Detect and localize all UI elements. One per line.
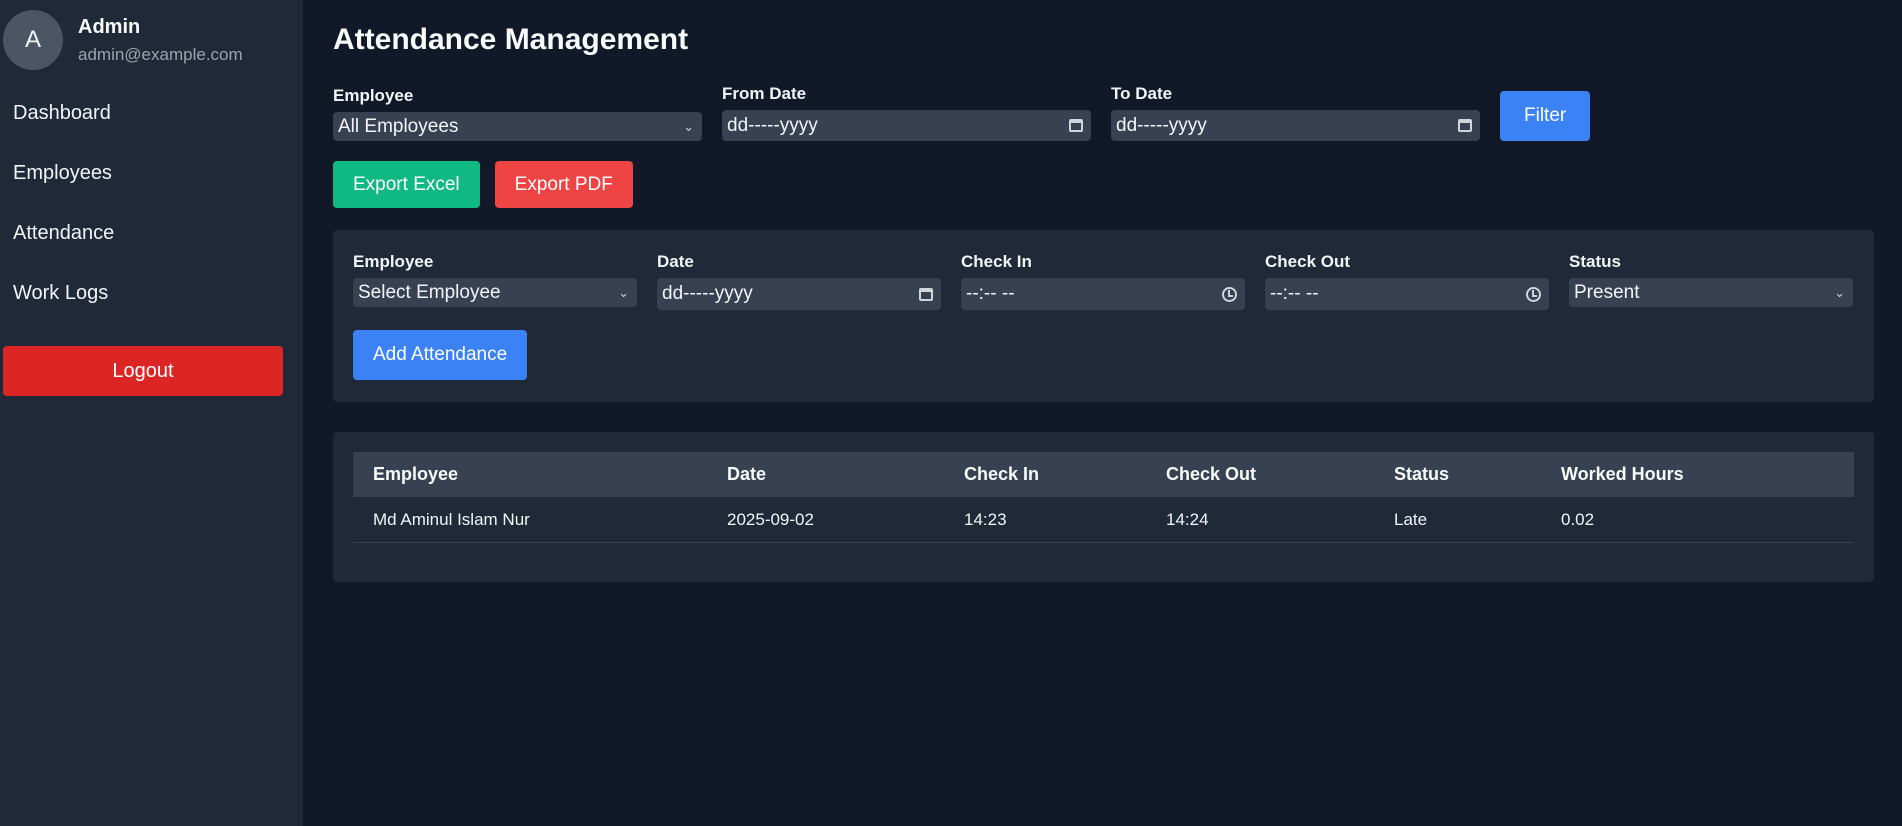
form-employee-field: Employee Select Employee ⌄	[353, 252, 637, 310]
logout-button[interactable]: Logout	[3, 346, 283, 396]
from-date-placeholder: dd-----yyyy	[727, 114, 818, 136]
form-checkin-label: Check In	[961, 252, 1032, 271]
from-date-input[interactable]: dd-----yyyy	[722, 110, 1091, 141]
clock-icon[interactable]	[1222, 286, 1237, 302]
filter-bar: Employee All Employees ⌄ From Date dd---…	[333, 84, 1902, 141]
cell-status: Late	[1394, 509, 1428, 529]
table-row: Md Aminul Islam Nur 2025-09-02 14:23 14:…	[353, 497, 1854, 543]
cell-employee: Md Aminul Islam Nur	[373, 509, 530, 529]
add-attendance-fields: Employee Select Employee ⌄ Date dd-----y…	[353, 252, 1854, 310]
header-status: Status	[1394, 464, 1450, 484]
avatar: A	[3, 10, 63, 70]
status-select[interactable]: Present ⌄	[1569, 278, 1853, 307]
cell-check-in: 14:23	[964, 509, 1007, 529]
checkin-placeholder: --:-- --	[966, 283, 1015, 304]
sidebar-item-dashboard[interactable]: Dashboard	[0, 97, 303, 157]
form-date-input[interactable]: dd-----yyyy	[657, 278, 941, 310]
calendar-icon[interactable]	[1069, 119, 1083, 132]
calendar-icon[interactable]	[919, 287, 933, 301]
chevron-down-icon: ⌄	[683, 118, 694, 134]
add-action-row: Add Attendance	[353, 330, 1854, 380]
form-date-field: Date dd-----yyyy	[657, 252, 941, 310]
filter-button[interactable]: Filter	[1500, 91, 1591, 141]
sidebar-item-employees[interactable]: Employees	[0, 157, 303, 217]
to-date-input[interactable]: dd-----yyyy	[1111, 110, 1480, 141]
cell-date: 2025-09-02	[727, 509, 814, 529]
cell-worked-hours: 0.02	[1561, 509, 1595, 529]
sidebar-item-attendance[interactable]: Attendance	[0, 217, 303, 277]
checkout-placeholder: --:-- --	[1270, 283, 1319, 304]
clock-icon[interactable]	[1526, 286, 1541, 302]
app: A Admin admin@example.com Dashboard Empl…	[0, 0, 1902, 826]
filter-employee-label: Employee	[333, 86, 414, 105]
to-date-label: To Date	[1111, 84, 1173, 103]
checkout-time-input[interactable]: --:-- --	[1265, 278, 1549, 310]
header-worked-hours: Worked Hours	[1561, 464, 1684, 484]
calendar-icon[interactable]	[1458, 119, 1472, 132]
header-check-in: Check In	[964, 464, 1040, 484]
export-excel-button[interactable]: Export Excel	[333, 161, 480, 208]
add-attendance-form: Employee Select Employee ⌄ Date dd-----y…	[333, 230, 1874, 402]
form-employee-select[interactable]: Select Employee ⌄	[353, 278, 637, 307]
user-name: Admin	[78, 15, 141, 38]
user-email: admin@example.com	[78, 44, 243, 64]
chevron-down-icon: ⌄	[1834, 284, 1845, 300]
export-actions: Export Excel Export PDF	[333, 161, 1902, 208]
from-date-label: From Date	[722, 84, 807, 103]
add-attendance-button[interactable]: Add Attendance	[353, 330, 528, 380]
header-date: Date	[727, 464, 767, 484]
to-date-placeholder: dd-----yyyy	[1116, 114, 1207, 136]
form-status-field: Status Present ⌄	[1569, 252, 1853, 310]
form-checkout-label: Check Out	[1265, 252, 1351, 271]
profile-text: Admin admin@example.com	[78, 16, 243, 65]
header-check-out: Check Out	[1166, 464, 1257, 484]
status-value: Present	[1574, 281, 1640, 303]
form-checkin-field: Check In --:-- --	[961, 252, 1245, 310]
attendance-table-card: Employee Date Check In Check Out Status …	[333, 432, 1874, 582]
table-header: Employee Date Check In Check Out Status …	[353, 452, 1854, 497]
sidebar-nav: Dashboard Employees Attendance Work Logs	[0, 97, 303, 337]
filter-to-date-field: To Date dd-----yyyy	[1111, 84, 1480, 141]
user-profile: A Admin admin@example.com	[0, 9, 303, 71]
filter-employee-select[interactable]: All Employees ⌄	[333, 112, 702, 141]
form-employee-label: Employee	[353, 252, 434, 271]
sidebar-item-work-logs[interactable]: Work Logs	[0, 277, 303, 337]
filter-employee-field: Employee All Employees ⌄	[333, 86, 702, 141]
checkin-time-input[interactable]: --:-- --	[961, 278, 1245, 310]
form-date-label: Date	[657, 252, 694, 271]
sidebar: A Admin admin@example.com Dashboard Empl…	[0, 0, 303, 826]
cell-check-out: 14:24	[1166, 509, 1209, 529]
form-date-placeholder: dd-----yyyy	[662, 283, 753, 304]
form-status-label: Status	[1569, 252, 1621, 271]
form-checkout-field: Check Out --:-- --	[1265, 252, 1549, 310]
form-employee-value: Select Employee	[358, 281, 501, 303]
main-content: Attendance Management Employee All Emplo…	[303, 0, 1902, 826]
filter-from-date-field: From Date dd-----yyyy	[722, 84, 1091, 141]
export-pdf-button[interactable]: Export PDF	[494, 161, 633, 208]
filter-employee-value: All Employees	[338, 115, 459, 137]
header-employee: Employee	[373, 464, 459, 484]
page-title: Attendance Management	[333, 23, 689, 56]
chevron-down-icon: ⌄	[618, 284, 629, 300]
